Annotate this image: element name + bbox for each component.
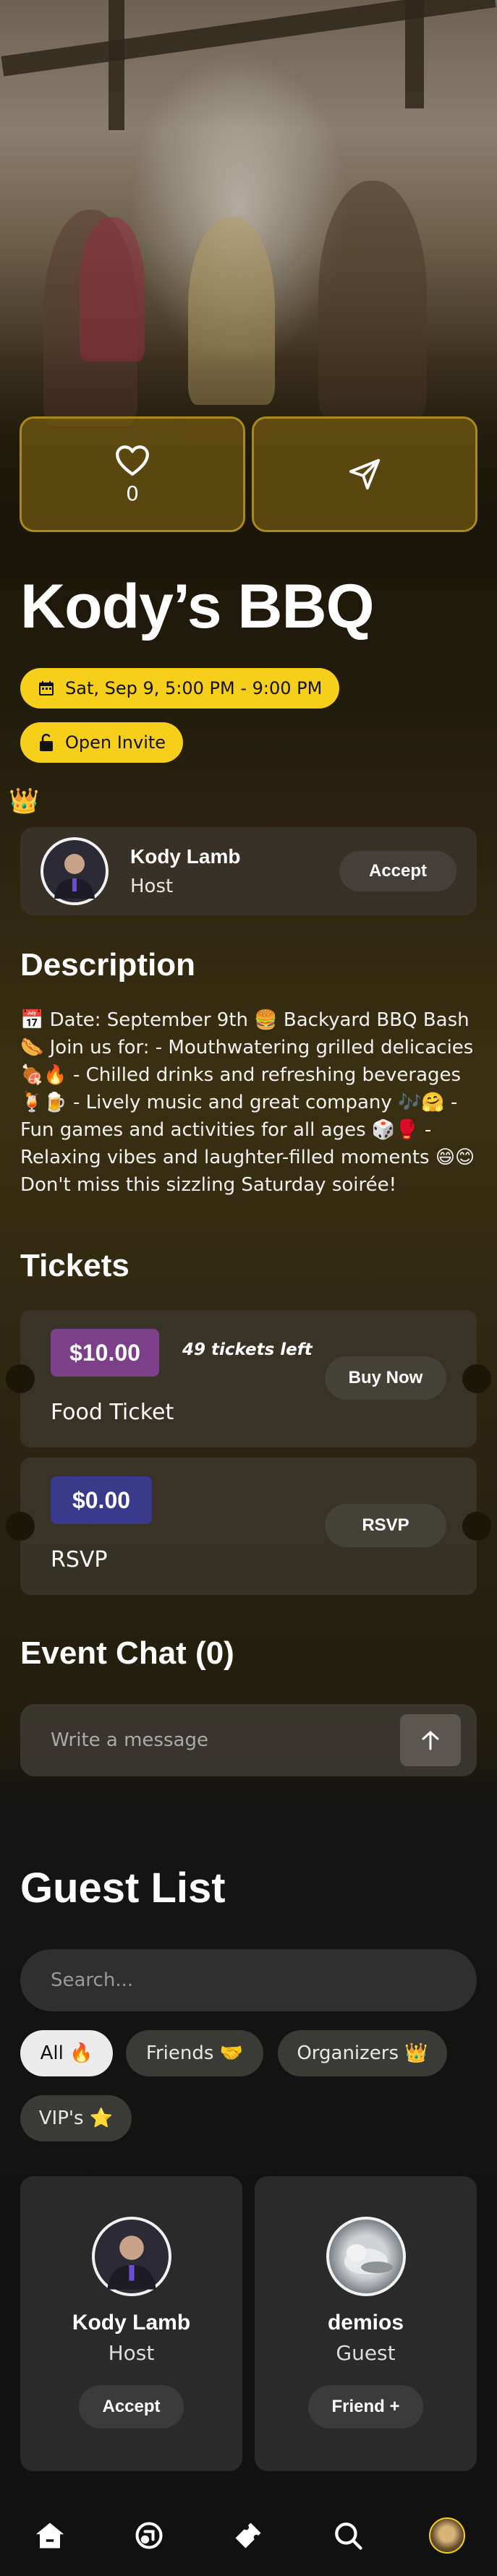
guest-accept-button[interactable]: Accept xyxy=(79,2385,184,2429)
unlock-icon xyxy=(40,733,53,751)
filter-friends[interactable]: Friends 🤝 xyxy=(126,2030,263,2076)
like-button[interactable]: 0 xyxy=(20,416,245,532)
avatar[interactable] xyxy=(41,837,109,905)
host-card: Kody Lamb Host Accept xyxy=(20,827,477,915)
avatar xyxy=(91,2217,171,2296)
host-crown-icon: 👑 xyxy=(9,787,40,816)
ticket-price: $0.00 xyxy=(51,1476,152,1524)
chat-message-input[interactable] xyxy=(51,1729,400,1751)
nav-tickets[interactable] xyxy=(223,2510,273,2561)
avatar xyxy=(326,2217,406,2296)
event-actions: 0 xyxy=(20,416,477,532)
invite-type-text: Open Invite xyxy=(65,732,166,753)
guest-search-input[interactable] xyxy=(51,1969,446,1991)
description-heading: Description xyxy=(20,947,196,983)
event-chat-heading: Event Chat (0) xyxy=(20,1635,234,1671)
ticket-card: $0.00 RSVP RSVP xyxy=(6,1458,491,1595)
send-icon xyxy=(349,458,381,490)
guest-card[interactable]: Kody Lamb Host Accept xyxy=(20,2176,242,2471)
chat-box xyxy=(20,1704,477,1776)
ticket-name: Food Ticket xyxy=(51,1400,174,1425)
nav-explore[interactable] xyxy=(124,2510,174,2561)
filter-organizers[interactable]: Organizers 👑 xyxy=(278,2030,447,2076)
guest-search xyxy=(20,1949,477,2011)
nav-home[interactable] xyxy=(25,2510,75,2561)
person-icon xyxy=(106,2235,156,2290)
heart-icon xyxy=(116,445,149,476)
event-date-text: Sat, Sep 9, 5:00 PM - 9:00 PM xyxy=(65,678,323,698)
guest-name: demios xyxy=(327,2311,404,2335)
tickets-heading: Tickets xyxy=(20,1248,129,1283)
explore-icon xyxy=(135,2521,163,2549)
nav-search[interactable] xyxy=(323,2510,373,2561)
send-message-button[interactable] xyxy=(400,1714,461,1766)
ticket-icon xyxy=(235,2522,261,2548)
ticket-name: RSVP xyxy=(51,1547,108,1572)
host-role: Host xyxy=(130,876,174,897)
ticket-price: $10.00 xyxy=(51,1329,159,1377)
search-icon xyxy=(335,2522,362,2550)
nav-profile[interactable] xyxy=(422,2510,472,2561)
host-name: Kody Lamb xyxy=(130,845,241,868)
arrow-up-icon xyxy=(422,1730,439,1750)
buy-now-button[interactable]: Buy Now xyxy=(325,1356,446,1400)
person-icon xyxy=(54,854,95,899)
description-text: 📅 Date: September 9th 🍔 Backyard BBQ Bas… xyxy=(20,1009,475,1196)
bottom-navigation xyxy=(0,2494,497,2576)
guest-name: Kody Lamb xyxy=(72,2311,191,2335)
event-title: Kody’s BBQ xyxy=(20,572,375,641)
guest-role: Guest xyxy=(336,2341,396,2365)
ticket-card: $10.00 49 tickets left Food Ticket Buy N… xyxy=(6,1310,491,1447)
filter-vips[interactable]: VIP's ⭐ xyxy=(20,2095,132,2141)
guest-role: Host xyxy=(108,2341,155,2365)
filter-all[interactable]: All 🔥 xyxy=(20,2030,113,2076)
invite-type-pill: Open Invite xyxy=(20,722,184,763)
home-icon xyxy=(35,2522,64,2548)
calendar-icon xyxy=(39,681,54,696)
photo-avatar-icon xyxy=(344,2244,393,2275)
like-count: 0 xyxy=(126,481,139,505)
guest-list-heading: Guest List xyxy=(20,1865,226,1912)
profile-avatar xyxy=(429,2517,466,2554)
tickets-remaining: 49 tickets left xyxy=(182,1340,313,1359)
event-date-pill: Sat, Sep 9, 5:00 PM - 9:00 PM xyxy=(20,668,340,709)
guest-card[interactable]: demios Guest Friend + xyxy=(255,2176,477,2471)
share-button[interactable] xyxy=(252,416,477,532)
friend-add-button[interactable]: Friend + xyxy=(308,2385,423,2429)
host-accept-button[interactable]: Accept xyxy=(339,851,456,891)
rsvp-button[interactable]: RSVP xyxy=(325,1504,446,1547)
